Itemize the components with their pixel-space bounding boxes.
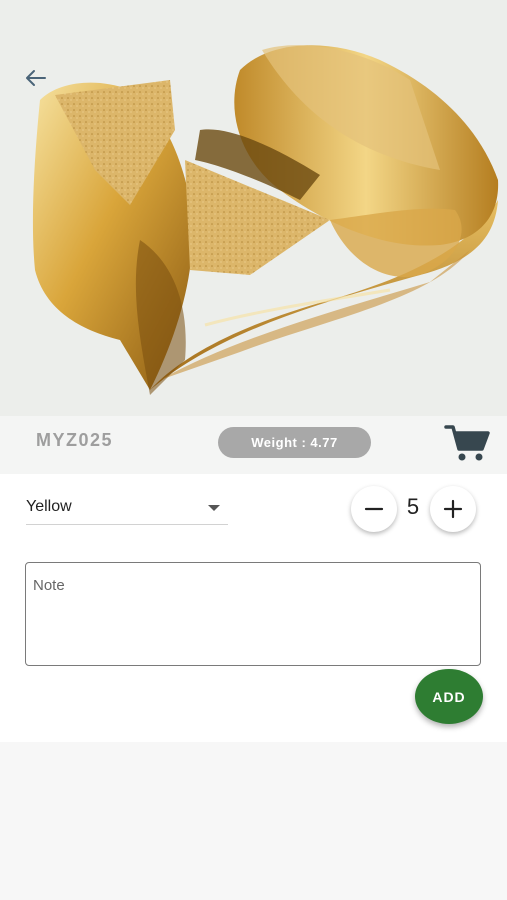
back-button[interactable]	[20, 62, 52, 94]
note-placeholder: Note	[33, 577, 65, 594]
quantity-decrement-button[interactable]	[351, 486, 397, 532]
add-button[interactable]: ADD	[415, 669, 483, 724]
product-image	[0, 0, 507, 416]
shopping-cart-icon	[444, 425, 490, 461]
chevron-down-icon	[208, 505, 220, 511]
quantity-value: 5	[406, 494, 420, 519]
weight-badge: Weight : 4.77	[218, 427, 371, 458]
gold-ring-photo	[32, 45, 499, 395]
arrow-left-icon	[26, 70, 46, 86]
plus-icon	[443, 499, 463, 519]
note-field[interactable]: Note	[25, 562, 481, 666]
minus-icon	[364, 507, 384, 511]
cart-button[interactable]	[442, 422, 492, 464]
color-selected-value: Yellow	[26, 498, 72, 515]
quantity-increment-button[interactable]	[430, 486, 476, 532]
color-dropdown[interactable]: Yellow	[26, 494, 228, 525]
product-code: MYZ025	[36, 430, 114, 450]
